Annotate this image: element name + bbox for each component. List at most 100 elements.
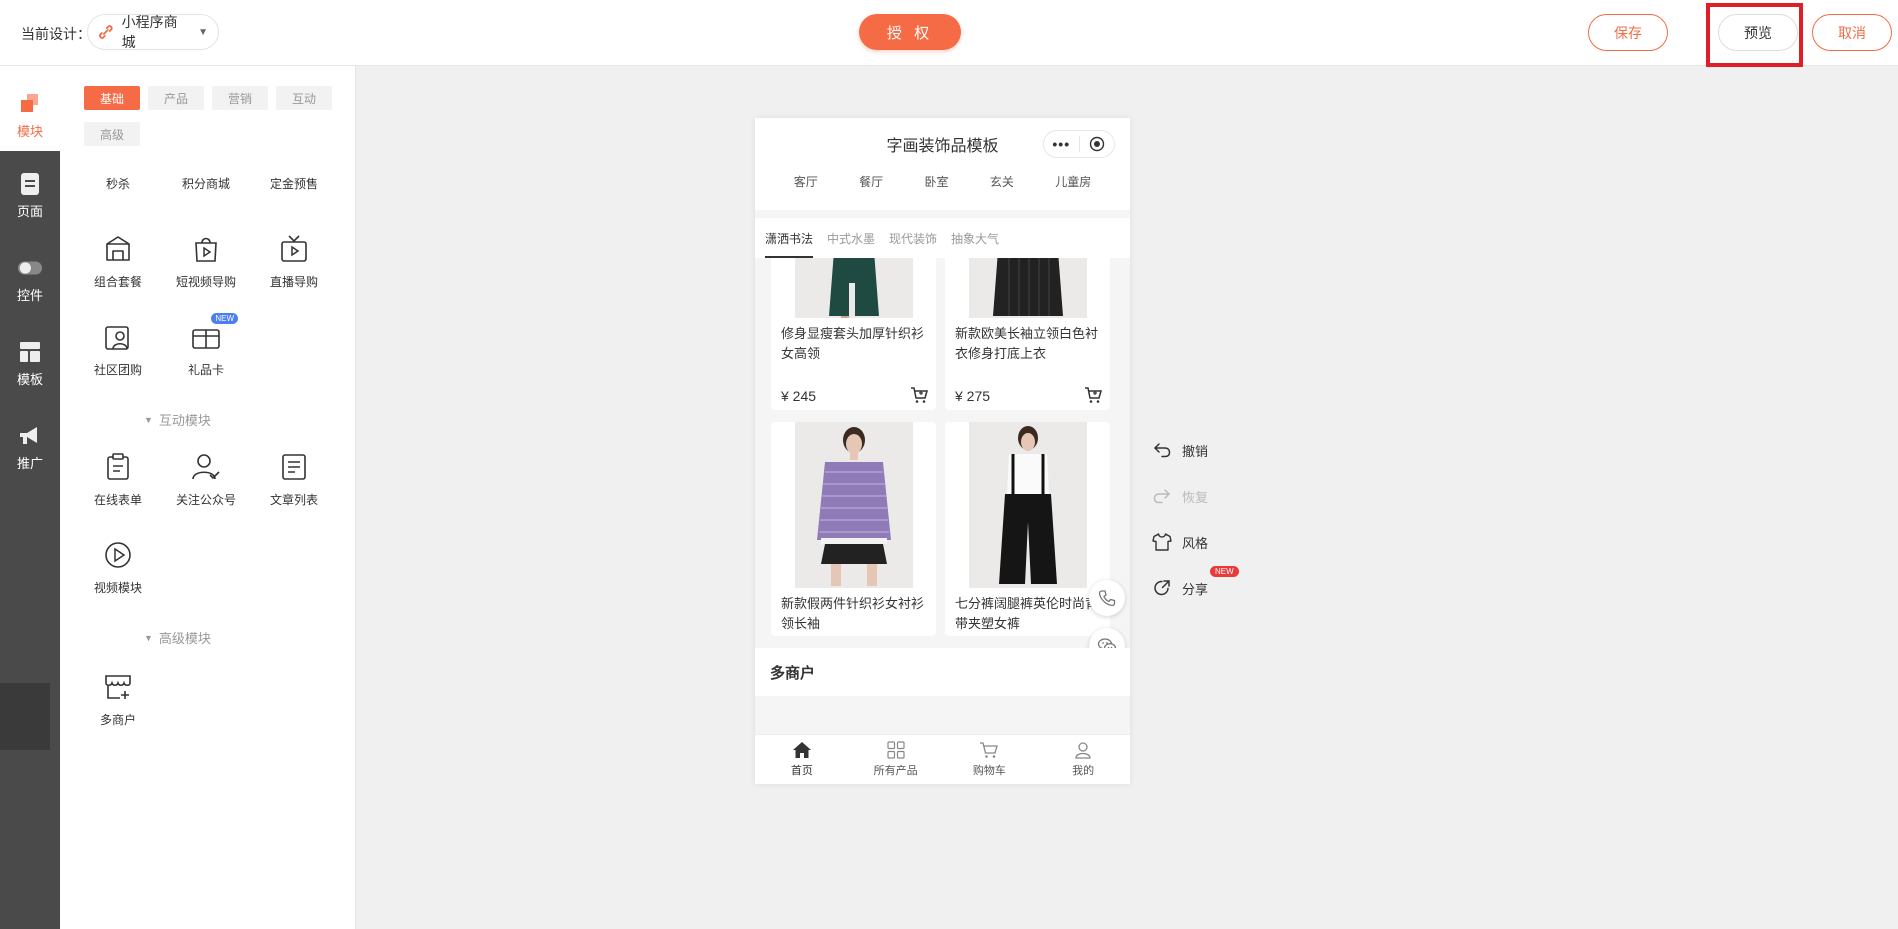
module-icon <box>17 91 43 117</box>
current-design-label: 当前设计： <box>21 26 91 42</box>
share-icon <box>1152 578 1172 598</box>
shop-icon <box>105 675 131 699</box>
category-basic[interactable]: 基础 <box>84 86 140 110</box>
component-online-form[interactable]: 在线表单 <box>74 434 162 508</box>
rail-highlight <box>0 683 50 750</box>
product-name: 修身显瘦套头加厚针织衫女高领 <box>781 326 925 361</box>
component-presale[interactable]: 定金预售 <box>250 126 338 200</box>
product-card[interactable]: 新款欧美长袖立领白色衬衣修身打底上衣 ¥ 275 <box>945 258 1110 410</box>
component-label: 视频模块 <box>93 581 142 595</box>
undo-button[interactable]: 撤销 <box>1152 440 1208 460</box>
product-name: 新款欧美长袖立领白色衬衣修身打底上衣 <box>955 326 1099 361</box>
gift-card-icon-wrap: NEW <box>190 313 238 353</box>
style-button[interactable]: 风格 <box>1152 532 1208 552</box>
rail-item-template[interactable]: 模板 <box>0 328 60 398</box>
section-label: 高级模块 <box>158 631 211 646</box>
component-short-video[interactable]: 短视频导购 <box>162 216 250 290</box>
nav-item[interactable]: 卧室 <box>924 173 948 190</box>
component-follow-official[interactable]: 关注公众号 <box>162 434 250 508</box>
clipboard-icon <box>107 453 129 480</box>
component-label: 定金预售 <box>269 177 318 191</box>
category-interact[interactable]: 互动 <box>276 86 332 110</box>
component-flash-sale[interactable]: 秒杀 <box>74 126 162 200</box>
tab-modern[interactable]: 现代装饰 <box>889 218 937 258</box>
tabbar-mine[interactable]: 我的 <box>1036 735 1130 784</box>
cart-icon[interactable] <box>1084 386 1102 404</box>
rail-item-promote[interactable]: 推广 <box>0 412 60 482</box>
community-icon <box>105 326 129 350</box>
nav-item[interactable]: 玄关 <box>990 173 1014 190</box>
share-button[interactable]: 分享 NEW <box>1152 566 1239 598</box>
multi-merchant-section: 多商户 <box>755 648 1130 696</box>
user-icon <box>1075 742 1091 759</box>
miniapp-capsule[interactable]: ••• <box>1043 130 1115 158</box>
component-group-buy[interactable]: 社区团购 <box>74 304 162 378</box>
section-interact[interactable]: ▼ 互动模块 <box>144 410 211 429</box>
section-advanced[interactable]: ▼ 高级模块 <box>144 628 211 647</box>
cancel-button[interactable]: 取消 <box>1812 14 1892 51</box>
grid-icon <box>887 741 905 759</box>
product-card[interactable]: 新款假两件针织衫女衬衫领长袖 <box>771 422 936 636</box>
product-image <box>795 422 913 588</box>
component-article-list[interactable]: 文章列表 <box>250 434 338 508</box>
tabbar-home[interactable]: 首页 <box>755 735 849 784</box>
product-image <box>795 258 913 318</box>
product-image <box>969 258 1087 318</box>
phone-call-button[interactable] <box>1089 580 1125 616</box>
component-combo[interactable]: 组合套餐 <box>74 216 162 290</box>
rail-label: 控件 <box>16 287 43 303</box>
component-label: 组合套餐 <box>93 275 142 289</box>
product-image <box>969 422 1087 588</box>
product-grid: 修身显瘦套头加厚针织衫女高领 ¥ 245 新款欧美长袖立领白色衬衣修身打底上衣 … <box>755 258 1130 636</box>
component-points-mall[interactable]: 积分商城 <box>162 126 250 200</box>
tab-ink[interactable]: 中式水墨 <box>827 218 875 258</box>
tab-abstract[interactable]: 抽象大气 <box>951 218 999 258</box>
save-button[interactable]: 保存 <box>1588 14 1668 51</box>
chevron-down-icon: ▼ <box>198 26 208 38</box>
redo-button[interactable]: 恢复 <box>1152 486 1208 506</box>
top-bar: 当前设计： 小程序商城 ▼ 授 权 保存 预览 取消 <box>0 0 1898 67</box>
rail-label: 推广 <box>16 455 43 471</box>
undo-label: 撤销 <box>1182 443 1209 459</box>
nav-item[interactable]: 餐厅 <box>859 173 883 190</box>
authorize-button[interactable]: 授 权 <box>859 14 961 50</box>
tabbar-all-products[interactable]: 所有产品 <box>849 735 943 784</box>
component-gift-card[interactable]: NEW 礼品卡 <box>162 304 250 378</box>
component-live[interactable]: 直播导购 <box>250 216 338 290</box>
rail-label: 模块 <box>16 123 43 139</box>
product-card[interactable]: 七分裤阔腿裤英伦时尚背带夹塑女裤 <box>945 422 1110 636</box>
nav-item[interactable]: 客厅 <box>794 173 818 190</box>
caret-down-icon: ▼ <box>144 414 153 425</box>
component-video[interactable]: 视频模块 <box>74 522 162 596</box>
link-icon <box>99 25 113 39</box>
product-name: 新款假两件针织衫女衬衫领长袖 <box>781 596 925 631</box>
page-icon <box>17 171 43 197</box>
play-circle-icon <box>105 542 131 568</box>
phone-header: 字画装饰品模板 ••• 客厅 餐厅 卧室 玄关 儿童房 <box>755 118 1130 210</box>
more-icon[interactable]: ••• <box>1044 136 1079 152</box>
tabbar-cart[interactable]: 购物车 <box>943 735 1037 784</box>
component-label: 短视频导购 <box>175 275 236 289</box>
rail-item-controls[interactable]: 控件 <box>0 244 60 314</box>
design-select[interactable]: 小程序商城 ▼ <box>87 14 219 50</box>
close-target-icon[interactable] <box>1079 136 1114 152</box>
tabbar-label: 购物车 <box>972 765 1006 777</box>
redo-icon <box>1152 486 1172 506</box>
nav-item[interactable]: 儿童房 <box>1055 173 1091 190</box>
rail-item-module[interactable]: 模块 <box>0 80 60 150</box>
phone-tab-bar: 首页 所有产品 购物车 我的 <box>755 734 1130 784</box>
tv-icon <box>281 235 307 262</box>
rail-item-page[interactable]: 页面 <box>0 160 60 230</box>
component-label: 文章列表 <box>269 493 318 507</box>
highlight-box <box>1706 3 1803 67</box>
category-marketing[interactable]: 营销 <box>212 86 268 110</box>
style-label: 风格 <box>1182 535 1209 551</box>
cart-icon[interactable] <box>910 386 928 404</box>
component-multi-merchant[interactable]: 多商户 <box>74 654 162 728</box>
component-label: 关注公众号 <box>175 493 236 507</box>
category-product[interactable]: 产品 <box>148 86 204 110</box>
user-check-icon <box>192 454 220 480</box>
combo-icon <box>106 236 130 261</box>
product-card[interactable]: 修身显瘦套头加厚针织衫女高领 ¥ 245 <box>771 258 936 410</box>
tab-calligraphy[interactable]: 潇洒书法 <box>765 218 814 258</box>
